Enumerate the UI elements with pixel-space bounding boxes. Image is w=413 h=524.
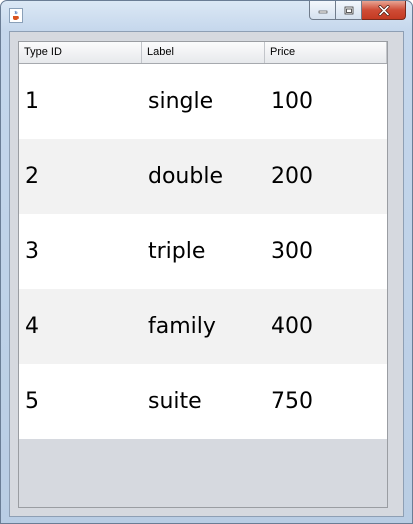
cell-type-id[interactable]: 2 (19, 139, 142, 214)
minimize-icon (318, 10, 327, 14)
java-cup-icon[interactable] (9, 8, 23, 23)
table-row[interactable]: 5 suite 750 (19, 364, 387, 439)
table-row[interactable]: 3 triple 300 (19, 214, 387, 289)
cell-label[interactable]: double (142, 139, 265, 214)
cell-price[interactable]: 400 (265, 289, 387, 364)
cell-price[interactable]: 750 (265, 364, 387, 439)
title-bar[interactable] (1, 1, 412, 31)
window-controls (309, 1, 406, 21)
cell-type-id[interactable]: 3 (19, 214, 142, 289)
cell-label[interactable]: family (142, 289, 265, 364)
table-scroll-pane[interactable]: Type ID Label Price 1 single 100 2 doubl… (18, 41, 388, 508)
cell-price[interactable]: 300 (265, 214, 387, 289)
close-icon (378, 4, 389, 16)
maximize-button[interactable] (336, 1, 362, 20)
table-body: 1 single 100 2 double 200 3 triple 300 4… (19, 64, 387, 439)
cell-type-id[interactable]: 5 (19, 364, 142, 439)
cell-type-id[interactable]: 1 (19, 64, 142, 139)
minimize-button[interactable] (309, 1, 336, 20)
cell-label[interactable]: single (142, 64, 265, 139)
cell-type-id[interactable]: 4 (19, 289, 142, 364)
table-row[interactable]: 1 single 100 (19, 64, 387, 139)
table-row[interactable]: 4 family 400 (19, 289, 387, 364)
maximize-icon (344, 6, 353, 14)
close-button[interactable] (362, 1, 406, 20)
content-panel: Type ID Label Price 1 single 100 2 doubl… (9, 31, 404, 517)
table-row[interactable]: 2 double 200 (19, 139, 387, 214)
column-header-price[interactable]: Price (265, 42, 387, 63)
app-window: Type ID Label Price 1 single 100 2 doubl… (0, 0, 413, 524)
cell-label[interactable]: triple (142, 214, 265, 289)
cell-price[interactable]: 200 (265, 139, 387, 214)
table-header: Type ID Label Price (19, 42, 387, 64)
cell-price[interactable]: 100 (265, 64, 387, 139)
column-header-type-id[interactable]: Type ID (19, 42, 142, 63)
cell-label[interactable]: suite (142, 364, 265, 439)
column-header-label[interactable]: Label (142, 42, 265, 63)
